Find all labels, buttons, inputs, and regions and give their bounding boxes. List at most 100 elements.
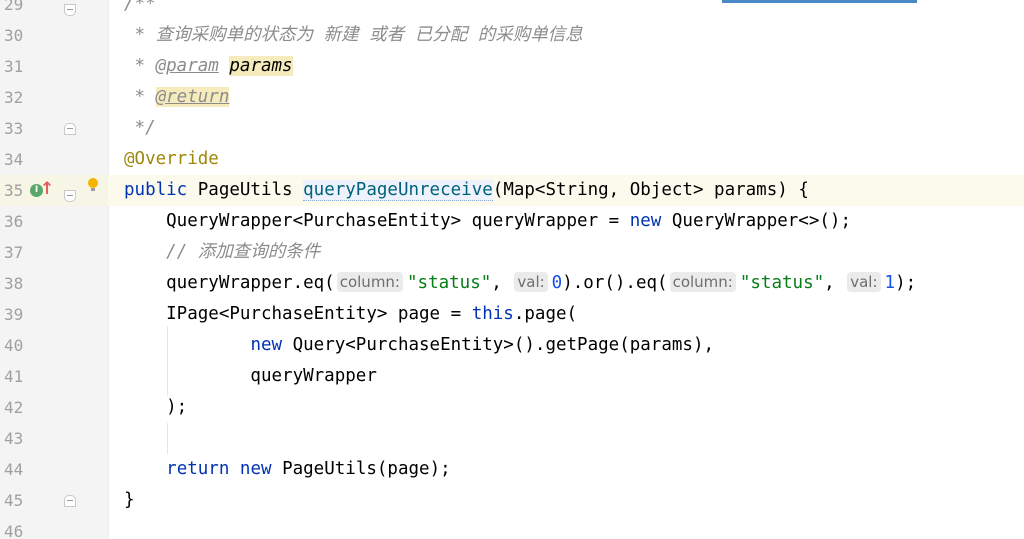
code-text[interactable]: ); [124,392,187,423]
code-line[interactable]: 35 I ↑ public PageUtils queryPageUnreceive(… [0,175,1024,206]
code-token: QueryWrapper<>(); [661,211,851,231]
code-token: new [239,459,272,479]
line-number: 41 [4,367,24,386]
code-token: return [166,459,230,479]
code-text[interactable]: return new PageUtils(page); [124,454,451,485]
code-line[interactable]: 39 IPage<PurchaseEntity> page = this.pag… [0,299,1024,330]
code-text[interactable]: queryWrapper [124,361,376,392]
gutter-cell[interactable]: 33 [0,113,108,144]
code-text[interactable]: queryWrapper.eq(column: "status", val: 0).… [124,268,916,299]
code-text[interactable]: QueryWrapper<PurchaseEntity> queryWrappe… [124,206,851,237]
line-number: 44 [4,460,24,479]
code-line[interactable]: 37 // 添加查询的条件 [0,237,1024,268]
gutter-cell[interactable]: 40 [0,330,108,361]
line-number: 33 [4,119,24,138]
override-up-arrow-icon[interactable]: ↑ [40,179,54,199]
code-line[interactable]: 31 * @param params [0,51,1024,82]
code-editor[interactable]: 29/** 30 * 查询采购单的状态为 新建 或者 已分配 的采购单信息 31 *… [0,0,1024,539]
code-token: QueryWrapper<PurchaseEntity> queryWrappe… [124,211,630,231]
fold-collapse-icon[interactable] [64,190,76,202]
line-number: 36 [4,212,24,231]
code-line[interactable]: 33 */ [0,113,1024,144]
code-text[interactable]: } [124,485,135,516]
code-line[interactable]: 29 /** [0,0,1024,20]
gutter-cell[interactable]: 42 [0,392,108,423]
gutter-cell[interactable]: 35 I ↑ [0,175,108,206]
fold-collapse-icon[interactable] [64,4,76,16]
code-text[interactable]: * 查询采购单的状态为 新建 或者 已分配 的采购单信息 [124,20,583,51]
code-token: queryPageUnreceive [303,180,493,201]
fold-end-icon[interactable] [64,495,76,507]
line-number: 34 [4,150,24,169]
code-line[interactable]: 32 * @return [0,82,1024,113]
code-token: params [229,56,293,76]
code-token: "status" [739,273,825,293]
code-text[interactable]: /** [124,0,156,20]
code-line[interactable]: 44 return new PageUtils(page); [0,454,1024,485]
code-token: .page( [513,304,578,324]
code-text[interactable]: new Query<PurchaseEntity>().getPage(para… [124,330,714,361]
code-token: this [471,304,514,324]
gutter-cell[interactable]: 37 [0,237,108,268]
code-token: } [124,490,135,510]
code-token: 1 [884,273,896,293]
line-number: 29 [4,0,24,14]
code-token: * 查询采购单的状态为 新建 或者 已分配 的采购单信息 [124,25,583,45]
line-number: 39 [4,305,24,324]
code-line[interactable]: 34 @Override [0,144,1024,175]
gutter-cell[interactable]: 36 [0,206,108,237]
gutter-cell[interactable]: 41 [0,361,108,392]
gutter-cell[interactable]: 34 [0,144,108,175]
gutter-cell[interactable]: 38 [0,268,108,299]
code-token: ).or().eq( [562,273,668,293]
fold-end-icon[interactable] [64,123,76,135]
code-token: , [824,273,846,293]
code-text[interactable]: * @return [124,82,230,113]
gutter-cell[interactable]: 32 [0,82,108,113]
code-line[interactable]: 38 queryWrapper.eq(column: "status", val:… [0,268,1024,299]
line-number: 35 [4,181,24,200]
code-line[interactable]: 42 ); [0,392,1024,423]
parameter-hint: column: [669,272,736,292]
code-token: @param [155,56,219,76]
code-line[interactable]: 43 [0,423,1024,454]
code-text[interactable]: * @param params [124,51,293,82]
gutter-cell[interactable]: 46 [0,516,108,539]
code-token: * [124,87,156,107]
code-text[interactable]: @Override [124,144,219,175]
code-token: PageUtils(page); [271,459,451,479]
line-number: 46 [4,522,24,539]
code-line[interactable]: 36 QueryWrapper<PurchaseEntity> queryWra… [0,206,1024,237]
code-token: new [629,211,662,231]
gutter-cell[interactable]: 43 [0,423,108,454]
code-line[interactable]: 40 new Query<PurchaseEntity>().getPage(p… [0,330,1024,361]
gutter-cell[interactable]: 29 [0,0,108,20]
code-token: @Override [124,149,219,169]
gutter-cell[interactable]: 45 [0,485,108,516]
gutter-cell[interactable]: 39 [0,299,108,330]
code-text[interactable]: public PageUtils queryPageUnreceive(Map<… [124,175,809,206]
parameter-hint: column: [336,272,403,292]
line-number: 37 [4,243,24,262]
code-line[interactable]: 45} [0,485,1024,516]
code-text[interactable]: */ [124,113,156,144]
parameter-hint: val: [514,272,548,292]
gutter-cell[interactable]: 31 [0,51,108,82]
code-token: "status" [407,273,492,293]
code-text[interactable]: // 添加查询的条件 [124,237,320,268]
code-text[interactable]: IPage<PurchaseEntity> page = this.page( [124,299,577,330]
code-token: , [491,273,513,293]
code-token: (Map<String, Object> params) { [492,180,809,200]
code-token: /** [124,0,156,14]
gutter-cell[interactable]: 44 [0,454,108,485]
code-line[interactable]: 41 queryWrapper [0,361,1024,392]
line-number: 40 [4,336,24,355]
gutter-cell[interactable]: 30 [0,20,108,51]
intention-bulb-icon[interactable] [88,178,98,191]
code-line[interactable]: 46 [0,516,1024,539]
code-line[interactable]: 30 * 查询采购单的状态为 新建 或者 已分配 的采购单信息 [0,20,1024,51]
code-token: IPage<PurchaseEntity> page = [124,304,472,324]
